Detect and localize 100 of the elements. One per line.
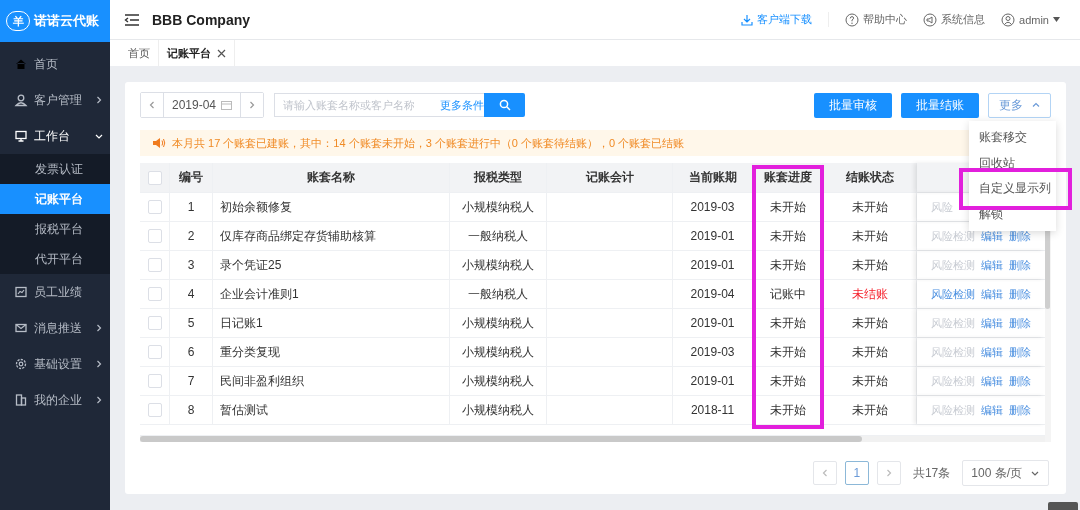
checkbox[interactable] bbox=[147, 170, 162, 185]
table-cell: 未开始 bbox=[753, 222, 823, 250]
action-link[interactable]: 删除 bbox=[1009, 344, 1031, 360]
monitor-icon bbox=[14, 129, 28, 143]
checkbox[interactable] bbox=[147, 403, 162, 417]
table-cell: 未开始 bbox=[753, 367, 823, 395]
header-link[interactable]: 客户端下载 bbox=[741, 12, 830, 27]
speaker-icon bbox=[152, 137, 166, 149]
menu-item[interactable]: 回收站 bbox=[969, 150, 1056, 176]
table-cell: 未开始 bbox=[823, 309, 917, 337]
sidebar-item[interactable]: 客户管理 bbox=[0, 82, 110, 118]
scrollbar-thumb[interactable] bbox=[140, 436, 862, 442]
table-cell: 5 bbox=[170, 309, 213, 337]
caret-icon bbox=[1030, 100, 1041, 110]
checkbox[interactable] bbox=[147, 316, 162, 330]
table-cell: 仅库存商品绑定存货辅助核算 bbox=[213, 222, 450, 250]
sidebar-subitem[interactable]: 发票认证 bbox=[0, 154, 110, 184]
table-cell: 小规模纳税人 bbox=[450, 338, 547, 366]
table-cell: 记账中 bbox=[753, 280, 823, 308]
page-tab[interactable]: 记账平台 bbox=[159, 40, 235, 66]
sidebar-subitem[interactable]: 记账平台 bbox=[0, 184, 110, 214]
action-link[interactable]: 删除 bbox=[1009, 402, 1031, 418]
table-cell: 2018-11 bbox=[673, 396, 753, 424]
table-cell: 未开始 bbox=[753, 309, 823, 337]
table-cell: 一般纳税人 bbox=[450, 222, 547, 250]
column-header: 记账会计 bbox=[547, 163, 673, 192]
menu-item[interactable]: 自定义显示列 bbox=[969, 176, 1056, 202]
action-link[interactable]: 编辑 bbox=[981, 344, 1003, 360]
action-link[interactable]: 编辑 bbox=[981, 257, 1003, 273]
column-header: 账套进度 bbox=[753, 163, 823, 192]
sidebar-item[interactable]: 基础设置 bbox=[0, 346, 110, 382]
megaphone-icon bbox=[923, 12, 938, 27]
calendar-icon bbox=[221, 100, 233, 110]
action-link[interactable]: 编辑 bbox=[981, 315, 1003, 331]
table-cell: 一般纳税人 bbox=[450, 280, 547, 308]
chart-icon bbox=[14, 285, 28, 299]
table-cell: 未开始 bbox=[823, 193, 917, 221]
previous-page-button[interactable] bbox=[812, 461, 837, 485]
caret-icon bbox=[1053, 17, 1060, 22]
checkbox[interactable] bbox=[147, 258, 162, 272]
table-cell: 小规模纳税人 bbox=[450, 193, 547, 221]
table-cell: 企业会计准则1 bbox=[213, 280, 450, 308]
checkbox[interactable] bbox=[147, 200, 162, 214]
chevron-icon bbox=[94, 323, 104, 333]
table-cell: 未开始 bbox=[753, 251, 823, 279]
sidebar-item[interactable]: 我的企业 bbox=[0, 382, 110, 418]
table-cell: 未开始 bbox=[753, 338, 823, 366]
chevron-icon bbox=[94, 395, 104, 405]
checkbox[interactable] bbox=[147, 287, 162, 301]
checkbox[interactable] bbox=[147, 345, 162, 359]
column-header: 当前账期 bbox=[673, 163, 753, 192]
menu-icon[interactable] bbox=[124, 12, 140, 27]
action-link[interactable]: 风险检测 bbox=[931, 286, 975, 302]
table-cell: 小规模纳税人 bbox=[450, 309, 547, 337]
user-icon bbox=[1001, 12, 1016, 27]
action-link[interactable]: 删除 bbox=[1009, 286, 1031, 302]
action-link[interactable]: 编辑 bbox=[981, 228, 1003, 244]
sidebar-item[interactable]: 消息推送 bbox=[0, 310, 110, 346]
table-cell: 2019-04 bbox=[673, 280, 753, 308]
sidebar-item[interactable]: 员工业绩 bbox=[0, 274, 110, 310]
action-link[interactable]: 编辑 bbox=[981, 286, 1003, 302]
search-icon bbox=[498, 99, 511, 111]
action-link[interactable]: 删除 bbox=[1009, 228, 1031, 244]
more-button[interactable]: 更多 bbox=[988, 92, 1051, 118]
more-filters-link[interactable]: 更多条件 bbox=[440, 98, 484, 113]
menu-item[interactable]: 账套移交 bbox=[969, 125, 1056, 151]
table-cell: 录个凭证25 bbox=[213, 251, 450, 279]
sidebar-subitem[interactable]: 报税平台 bbox=[0, 214, 110, 244]
search-button[interactable] bbox=[484, 93, 526, 117]
chevron-icon bbox=[147, 100, 157, 110]
column-header: 结账状态 bbox=[823, 163, 917, 192]
action-link[interactable]: 删除 bbox=[1009, 373, 1031, 389]
action-link[interactable]: 删除 bbox=[1009, 257, 1031, 273]
action-link[interactable]: 编辑 bbox=[981, 373, 1003, 389]
sidebar-item[interactable]: 首页 bbox=[0, 46, 110, 82]
checkbox[interactable] bbox=[147, 374, 162, 388]
page-tab[interactable]: 首页 bbox=[120, 40, 159, 66]
batch-button[interactable]: 批量结账 bbox=[901, 92, 979, 118]
header-link[interactable]: 帮助中心 bbox=[845, 12, 908, 27]
sidebar-subitem[interactable]: 代开平台 bbox=[0, 244, 110, 274]
page-button[interactable]: 1 bbox=[844, 461, 869, 485]
checkbox[interactable] bbox=[147, 229, 162, 243]
batch-button[interactable]: 批量审核 bbox=[814, 92, 892, 118]
action-link[interactable]: 编辑 bbox=[981, 402, 1003, 418]
header-link[interactable]: 系统信息 bbox=[923, 12, 986, 27]
page-size-select[interactable]: 100 条/页 bbox=[962, 460, 1049, 486]
sidebar-item[interactable]: 工作台 bbox=[0, 118, 110, 154]
close-icon[interactable] bbox=[217, 48, 226, 58]
table-cell: 未开始 bbox=[823, 222, 917, 250]
column-header: 编号 bbox=[170, 163, 213, 192]
table-cell: 2 bbox=[170, 222, 213, 250]
action-link[interactable]: 删除 bbox=[1009, 315, 1031, 331]
logo-text: 诺诺云代账 bbox=[34, 12, 99, 30]
table-cell: 2019-01 bbox=[673, 222, 753, 250]
header-link[interactable]: admin bbox=[1001, 12, 1060, 27]
table-cell: 2019-01 bbox=[673, 251, 753, 279]
person-icon bbox=[14, 93, 28, 107]
next-page-button[interactable] bbox=[876, 461, 901, 485]
table-cell: 1 bbox=[170, 193, 213, 221]
table-cell: 重分类复现 bbox=[213, 338, 450, 366]
